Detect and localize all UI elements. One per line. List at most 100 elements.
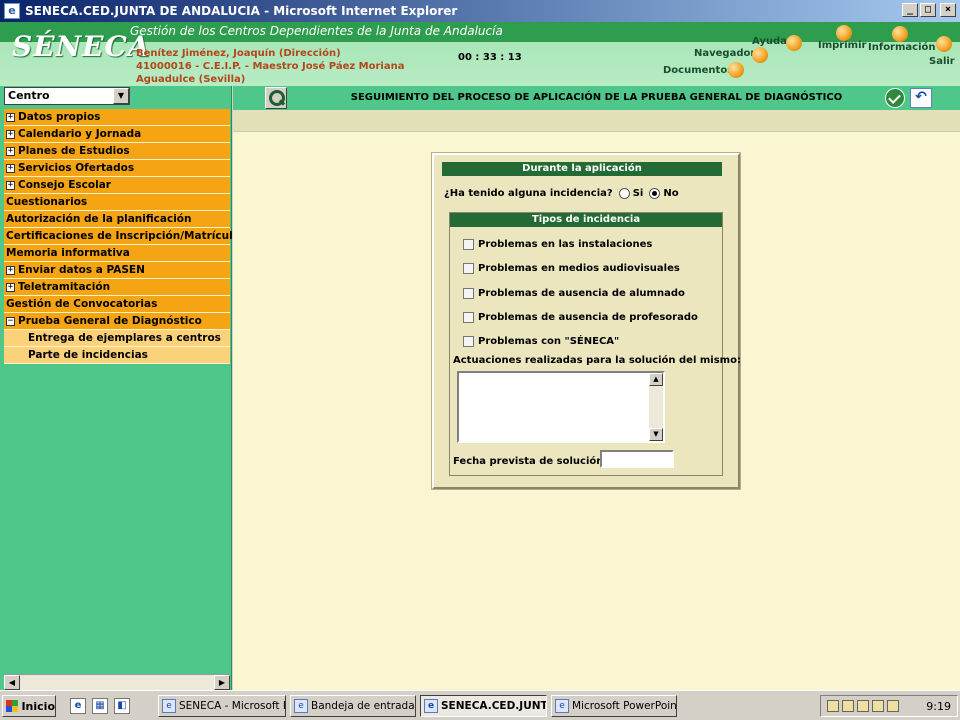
nav-imprimir[interactable]: Imprimir [818,40,866,51]
chevron-down-icon[interactable]: ▼ [113,88,129,104]
taskbar-button[interactable]: eBandeja de entrada ... [290,695,416,717]
nav-informacion[interactable]: Información [868,42,936,53]
taskbar-button[interactable]: e SENECA.CED.JUNT... [420,695,547,717]
nav-salir[interactable]: Salir [929,56,955,67]
window-titlebar: e SENECA.CED.JUNTA DE ANDALUCIA - Micros… [0,0,960,22]
expand-icon[interactable]: + [6,180,15,190]
scroll-left-icon[interactable]: ◀ [4,675,20,690]
ie-icon: e [4,3,20,19]
sidebar-item-label: Planes de Estudios [18,145,130,157]
scroll-right-icon[interactable]: ▶ [214,675,230,690]
main-toolbar: SEGUIMIENTO DEL PROCESO DE APLICACIÓN DE… [233,86,960,110]
start-button[interactable]: Inicio [2,695,56,717]
incident-question: ¿Ha tenido alguna incidencia? [444,188,613,199]
checkbox-row[interactable]: Problemas con "SÉNECA" [463,336,619,347]
incident-types-box: Tipos de incidencia Problemas en las ins… [449,212,741,476]
nav-documentos[interactable]: Documentos [663,65,733,76]
radio-si[interactable] [618,188,630,199]
sidebar-item[interactable]: Parte de incidencias [4,347,230,364]
date-input[interactable] [600,450,674,468]
sidebar-item[interactable]: + Planes de Estudios [4,143,230,160]
sidebar-item[interactable]: + Teletramitación [4,279,230,296]
sidebar: Centro ▼ + Datos propios + Calendario y Jor… [0,86,246,690]
checkbox-label: Problemas de ausencia de profesorado [478,312,698,323]
network-icon[interactable] [857,700,869,712]
sidebar-item[interactable]: − Prueba General de Diagnóstico [4,313,230,330]
checkbox-row[interactable]: Problemas de ausencia de profesorado [463,312,698,323]
sidebar-item[interactable]: Entrega de ejemplares a centros [4,330,230,347]
checkbox-row[interactable]: Problemas de ausencia de alumnado [463,288,685,299]
checkbox-audiovisuales[interactable] [463,263,474,274]
sidebar-item[interactable]: + Calendario y Jornada [4,126,230,143]
sidebar-item[interactable]: Memoria informativa [4,245,230,262]
taskbar-button[interactable]: e Microsoft PowerPoin... [551,695,677,717]
expand-icon[interactable]: + [6,112,15,122]
informacion-orb-icon[interactable] [892,26,908,42]
actions-textarea[interactable] [457,371,665,443]
system-tray: 9:19 [820,695,958,717]
checkbox-row[interactable]: Problemas en las instalaciones [463,239,652,250]
checkbox-profesorado[interactable] [463,312,474,323]
nav-ayuda[interactable]: Ayuda [752,36,787,47]
scroll-down-icon[interactable]: ▼ [649,428,663,441]
sidebar-item-label: Calendario y Jornada [18,128,142,140]
imprimir-orb-icon[interactable] [836,25,852,41]
expand-icon[interactable]: + [6,146,15,156]
expand-icon[interactable]: + [6,265,15,275]
sidebar-item[interactable]: + Servicios Ofertados [4,160,230,177]
window-controls: _ □ × [902,3,956,17]
sidebar-item[interactable]: + Enviar datos a PASEN [4,262,230,279]
start-label: Inicio [21,699,55,713]
ayuda-orb-icon[interactable] [786,35,802,51]
tray-panda-icon[interactable] [872,700,884,712]
scroll-up-icon[interactable]: ▲ [649,373,663,386]
header-subtitle: Gestión de los Centros Dependientes de l… [130,24,503,38]
volume-icon[interactable] [842,700,854,712]
taskbar: Inicio e ▦ ◧ e SENECA - Microsoft I... e Ba… [0,690,960,720]
sidebar-item[interactable]: + Datos propios [4,109,230,126]
sidebar-item[interactable]: + Consejo Escolar [4,177,230,194]
taskbar-button-label: Microsoft PowerPoin... [572,700,677,712]
sidebar-item[interactable]: Gestión de Convocatorias [4,296,230,313]
tray-app-icon[interactable] [827,700,839,712]
windows-logo-icon [6,700,19,712]
nav-navegador[interactable]: Navegador [694,48,755,59]
taskbar-button[interactable]: e SENECA - Microsoft I... [158,695,286,717]
checkbox-label: Problemas con "SÉNECA" [478,336,620,347]
checkbox-seneca[interactable] [463,336,474,347]
close-button[interactable]: × [940,3,956,17]
sidebar-item-label: Enviar datos a PASEN [18,264,145,276]
textarea-scrollbar[interactable]: ▲ ▼ [649,373,663,441]
sidebar-item-label: Servicios Ofertados [18,162,135,174]
taskbar-button-label: SENECA.CED.JUNT... [441,700,547,712]
sidebar-item-label: Datos propios [18,111,101,123]
sidebar-item[interactable]: Autorización de la planificación [4,211,230,228]
minimize-button[interactable]: _ [902,3,918,17]
checkbox-row[interactable]: Problemas en medios audiovisuales [463,263,680,274]
profile-select[interactable]: Centro ▼ [4,87,130,105]
navegador-orb-icon[interactable] [752,47,768,63]
expand-icon[interactable]: + [6,129,15,139]
ie-quicklaunch-icon[interactable]: e [70,698,86,714]
expand-icon[interactable]: + [6,163,15,173]
accept-button[interactable] [885,88,905,108]
sidebar-item[interactable]: Cuestionarios [4,194,230,211]
back-button[interactable]: ↶ [910,88,932,108]
sidebar-item[interactable]: Certificaciones de Inscripción/Matrícula… [4,228,246,245]
radio-no[interactable] [649,188,661,199]
checkbox-instalaciones[interactable] [463,239,474,250]
explorer-quicklaunch-icon[interactable]: ▦ [92,698,108,714]
maximize-button[interactable]: □ [920,3,936,17]
collapse-icon[interactable]: − [6,316,15,326]
app-header: SÉNECA Gestión de los Centros Dependient… [0,22,960,86]
desktop-quicklaunch-icon[interactable]: ◧ [114,698,130,714]
sidebar-menu: + Datos propios + Calendario y Jornada + Plan… [4,109,246,364]
user-center: 41000016 - C.E.I.P. - Maestro José Páez … [136,61,405,72]
taskbar-button-label: Bandeja de entrada ... [311,700,415,712]
documentos-orb-icon[interactable] [728,62,744,78]
checkbox-alumnado[interactable] [463,288,474,299]
expand-icon[interactable]: + [6,282,15,292]
salir-orb-icon[interactable] [936,36,952,52]
sidebar-horizontal-scrollbar[interactable]: ◀ ▶ [4,674,230,690]
tray-monitor-icon[interactable] [887,700,899,712]
